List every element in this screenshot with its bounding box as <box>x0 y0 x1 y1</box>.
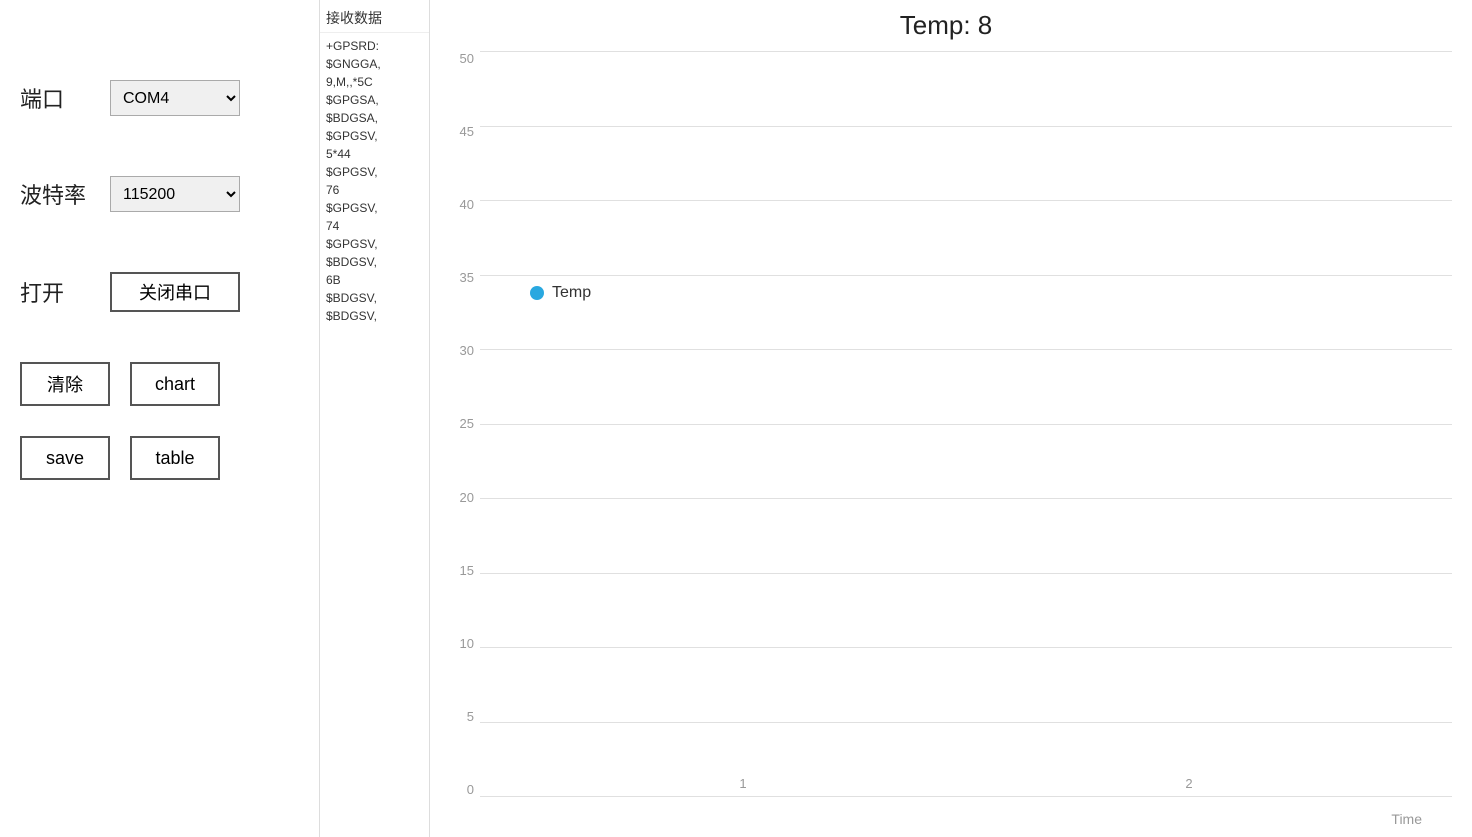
chart-container: 50454035302520151050 12 Time Temp <box>440 51 1452 827</box>
data-line: 76 <box>326 181 423 199</box>
data-line: $GPGSA, <box>326 91 423 109</box>
y-axis-label: 15 <box>460 563 480 578</box>
y-axis-label: 10 <box>460 636 480 651</box>
legend-dot <box>530 286 544 300</box>
y-axis-label: 50 <box>460 51 480 66</box>
y-axis-label: 20 <box>460 490 480 505</box>
data-line: $GPGSV, <box>326 127 423 145</box>
legend-label: Temp <box>552 284 591 302</box>
data-panel-content: +GPSRD:$GNGGA,9,M,,*5C$GPGSA,$BDGSA,$GPG… <box>320 33 429 837</box>
y-axis-label: 40 <box>460 197 480 212</box>
data-line: $BDGSV, <box>326 307 423 325</box>
y-axis-label: 30 <box>460 343 480 358</box>
open-row: 打开 关闭串口 <box>20 272 299 312</box>
y-axis: 50454035302520151050 <box>440 51 480 827</box>
legend: Temp <box>530 284 591 302</box>
port-label: 端口 <box>20 82 90 114</box>
baud-label: 波特率 <box>20 178 90 210</box>
left-panel: 端口 COM4 波特率 115200 打开 关闭串口 清除 chart save… <box>0 0 320 837</box>
baud-row: 波特率 115200 <box>20 176 299 212</box>
x-axis: 12 <box>480 772 1452 797</box>
data-line: 9,M,,*5C <box>326 73 423 91</box>
data-line: $GPGSV, <box>326 199 423 217</box>
baud-select[interactable]: 115200 <box>110 176 240 212</box>
y-axis-label: 5 <box>467 709 480 724</box>
chart-area: Temp: 8 50454035302520151050 12 Time Tem… <box>430 0 1472 837</box>
open-label: 打开 <box>20 276 90 308</box>
bars-container <box>480 51 1452 797</box>
x-axis-label: 1 <box>739 772 746 797</box>
chart-button[interactable]: chart <box>130 362 220 406</box>
data-line: $BDGSA, <box>326 109 423 127</box>
data-line: $GPGSV, <box>326 163 423 181</box>
x-axis-title: Time <box>1391 811 1422 827</box>
data-line: 74 <box>326 217 423 235</box>
clear-chart-row: 清除 chart <box>20 362 299 406</box>
chart-inner: 12 Time Temp <box>480 51 1452 827</box>
y-axis-label: 0 <box>467 782 480 797</box>
data-panel-header: 接收数据 <box>320 0 429 33</box>
chart-title: Temp: 8 <box>440 10 1452 41</box>
y-axis-label: 35 <box>460 270 480 285</box>
data-line: +GPSRD: <box>326 37 423 55</box>
save-table-row: save table <box>20 436 299 480</box>
x-axis-label: 2 <box>1185 772 1192 797</box>
port-row: 端口 COM4 <box>20 80 299 116</box>
data-line: 6B <box>326 271 423 289</box>
data-line: $GNGGA, <box>326 55 423 73</box>
data-line: 5*44 <box>326 145 423 163</box>
data-line: $BDGSV, <box>326 289 423 307</box>
y-axis-label: 25 <box>460 416 480 431</box>
data-line: $BDGSV, <box>326 253 423 271</box>
data-panel: 接收数据 +GPSRD:$GNGGA,9,M,,*5C$GPGSA,$BDGSA… <box>320 0 430 837</box>
save-button[interactable]: save <box>20 436 110 480</box>
clear-button[interactable]: 清除 <box>20 362 110 406</box>
table-button[interactable]: table <box>130 436 220 480</box>
close-serial-button[interactable]: 关闭串口 <box>110 272 240 312</box>
data-line: $GPGSV, <box>326 235 423 253</box>
y-axis-label: 45 <box>460 124 480 139</box>
port-select[interactable]: COM4 <box>110 80 240 116</box>
